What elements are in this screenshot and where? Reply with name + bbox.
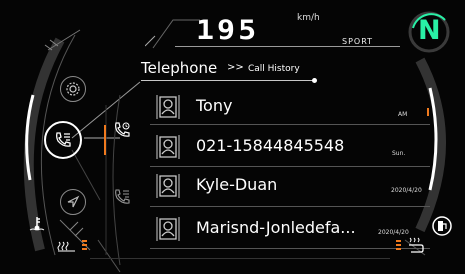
contact-avatar-icon bbox=[156, 217, 180, 241]
contact-avatar-icon bbox=[156, 95, 180, 119]
call-time: 2020/4/20 bbox=[378, 229, 409, 236]
divider bbox=[150, 248, 430, 249]
settings-menu-button[interactable] bbox=[60, 76, 86, 102]
grip-heat-level-bar bbox=[396, 248, 401, 250]
phone-menu-button[interactable] bbox=[44, 121, 82, 159]
navigation-arrow-icon bbox=[67, 195, 80, 208]
grip-heat-level-bar bbox=[396, 244, 401, 246]
divider bbox=[150, 166, 430, 167]
phone-list-icon bbox=[56, 132, 71, 147]
call-time: 2020/4/20 bbox=[391, 187, 422, 194]
speed-unit: km/h bbox=[297, 13, 320, 23]
call-time: Sun. bbox=[392, 150, 406, 157]
list-item[interactable]: Marisnd-Jonledefa... 2020/4/20 bbox=[145, 213, 430, 247]
contacts-list-icon bbox=[115, 189, 130, 204]
gear-position: N bbox=[418, 15, 441, 46]
call-history-icon bbox=[115, 122, 130, 137]
contact-name: 021-15844845548 bbox=[196, 136, 345, 155]
contact-name: Tony bbox=[196, 96, 233, 115]
call-time: AM bbox=[398, 111, 408, 118]
header-underline-dot bbox=[312, 78, 317, 83]
list-item[interactable]: Kyle-Duan 2020/4/20 bbox=[145, 170, 430, 204]
seat-heat-level-bar bbox=[82, 248, 87, 250]
list-item[interactable]: 021-15844845548 Sun. bbox=[145, 131, 430, 165]
grip-heat-icon bbox=[409, 237, 424, 253]
navigation-menu-button[interactable] bbox=[60, 189, 86, 215]
speed-readout: 195 bbox=[196, 14, 260, 47]
page-title: Telephone bbox=[141, 59, 218, 77]
ride-mode: SPORT bbox=[342, 37, 374, 46]
divider bbox=[150, 124, 430, 125]
header-underline bbox=[141, 80, 316, 81]
top-divider bbox=[175, 46, 400, 47]
breadcrumb[interactable]: Call History bbox=[248, 64, 300, 74]
list-item[interactable]: Tony AM bbox=[145, 90, 430, 124]
contact-name: Kyle-Duan bbox=[196, 175, 278, 194]
contact-avatar-icon bbox=[156, 174, 180, 198]
contact-name: Marisnd-Jonledefa... bbox=[196, 218, 356, 237]
fuel-icon bbox=[432, 216, 452, 236]
coolant-temp-icon bbox=[29, 217, 45, 231]
list-scrollbar[interactable] bbox=[427, 108, 429, 116]
seat-heat-level-bar bbox=[82, 240, 87, 242]
contact-avatar-icon bbox=[156, 135, 180, 159]
seat-heat-icon bbox=[57, 241, 75, 252]
bottom-divider bbox=[90, 258, 390, 259]
grip-heat-level-bar bbox=[396, 240, 401, 242]
dashboard-screen: 195 km/h SPORT N Telephone >> Call Histo… bbox=[0, 0, 465, 274]
divider bbox=[150, 206, 430, 207]
breadcrumb-separator: >> bbox=[227, 62, 244, 73]
settings-gear-icon bbox=[66, 82, 80, 96]
seat-heat-level-bar bbox=[82, 244, 87, 246]
